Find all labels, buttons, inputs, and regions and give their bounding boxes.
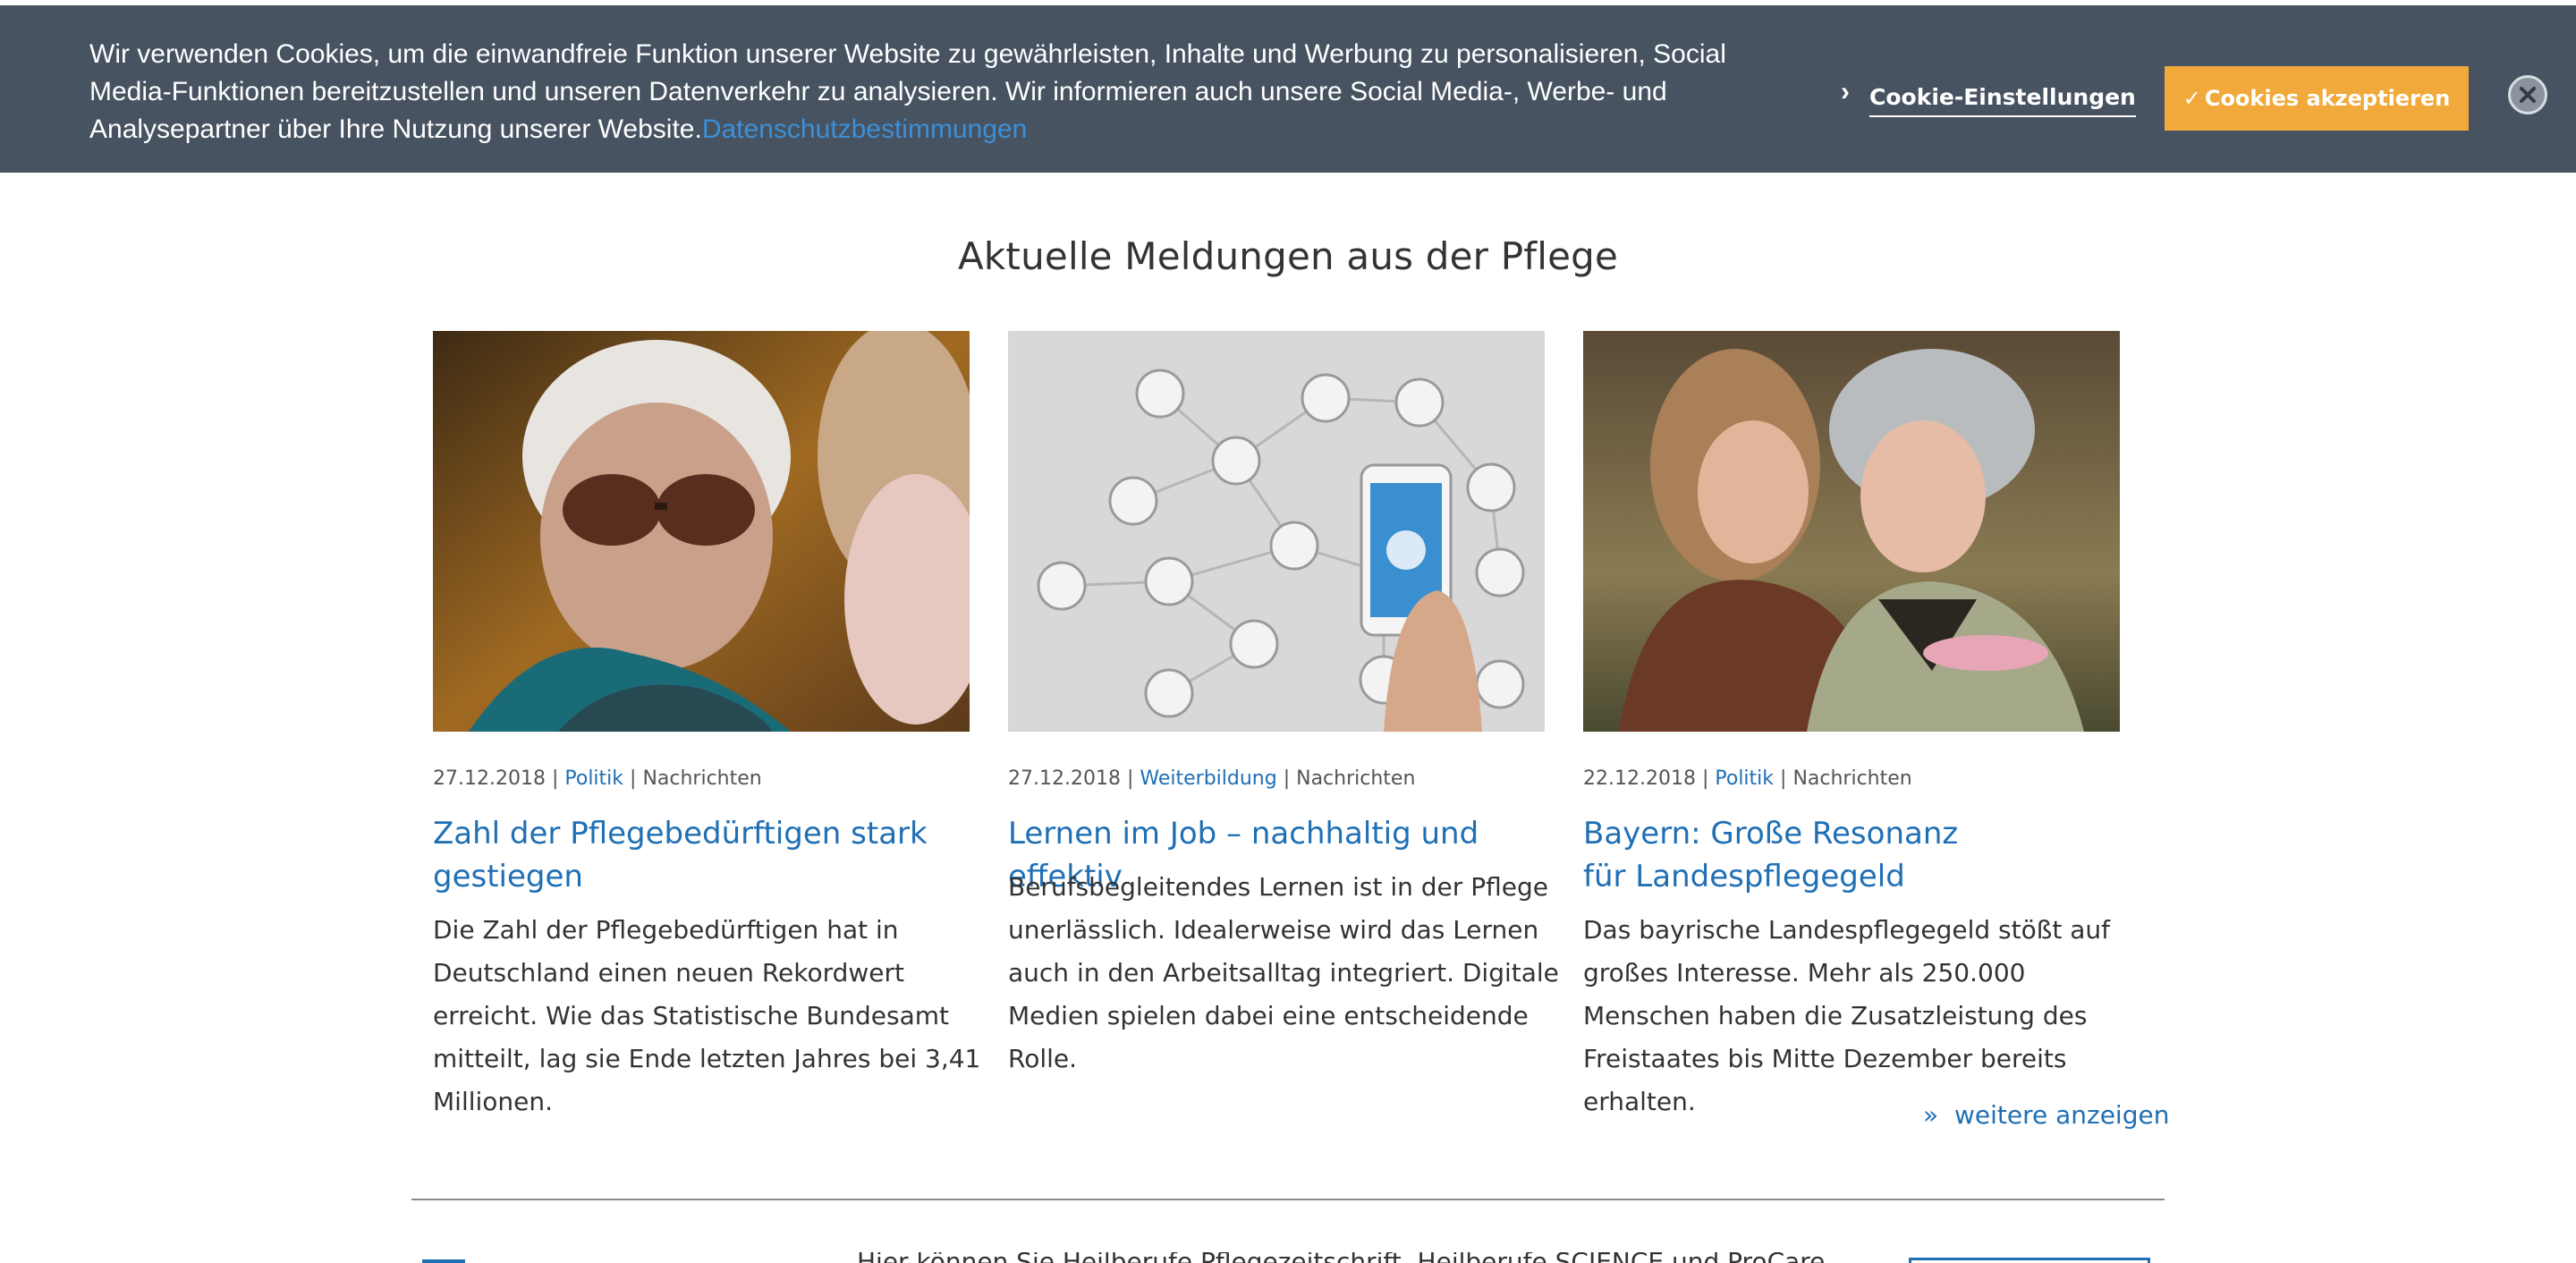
article-meta: 27.12.2018 | Politik | Nachrichten [433,767,762,790]
footer-button[interactable] [1909,1258,2150,1263]
article-image-elderly-woman[interactable] [433,331,970,732]
show-more-link[interactable]: » weitere anzeigen [1923,1100,2169,1130]
close-icon [2520,87,2536,103]
accept-cookies-label: Cookies akzeptieren [2204,86,2451,111]
cookie-message: Wir verwenden Cookies, um die einwandfre… [89,36,1753,148]
article-teaser: Das bayrische Landespflegegeld stößt auf… [1583,915,2111,1116]
privacy-policy-link[interactable]: Datenschutzbestimmungen [702,114,1028,144]
close-banner-button[interactable] [2508,75,2547,114]
cookie-banner: Wir verwenden Cookies, um die einwandfre… [0,5,2576,173]
article-date: 27.12.2018 [1008,767,1121,790]
article-meta: 22.12.2018 | Politik | Nachrichten [1583,767,1912,790]
article-type: Nachrichten [1792,767,1912,790]
article-card: 22.12.2018 | Politik | Nachrichten Bayer… [1583,331,2156,1116]
accept-cookies-button[interactable]: ✓ Cookies akzeptieren [2165,66,2469,131]
checkmark-icon: ✓ [2182,86,2201,111]
double-chevron-icon: » [1923,1100,1939,1130]
footer-teaser: Hier können Sie Heilberufe Pflegezeitsch… [0,1252,2576,1263]
article-title-link[interactable]: Bayern: Große Resonanz für Landespflegeg… [1583,812,1977,898]
footer-text: Hier können Sie Heilberufe Pflegezeitsch… [857,1252,1825,1263]
section-title: Aktuelle Meldungen aus der Pflege [957,234,1619,278]
show-more-label: weitere anzeigen [1953,1100,2170,1130]
article-category-link[interactable]: Weiterbildung [1140,767,1276,790]
chevron-right-icon: › [1841,77,1850,106]
article-image-caregiver-hug[interactable] [1583,331,2120,732]
article-card: 27.12.2018 | Politik | Nachrichten Zahl … [433,331,1005,1116]
article-date: 27.12.2018 [433,767,546,790]
article-teaser: Berufsbegleitendes Lernen ist in der Pfl… [1008,872,1559,1073]
article-category-link[interactable]: Politik [564,767,623,790]
article-type: Nachrichten [1296,767,1416,790]
article-category-link[interactable]: Politik [1715,767,1774,790]
article-type: Nachrichten [642,767,762,790]
article-teaser: Die Zahl der Pflegebedürftigen hat in De… [433,915,981,1116]
article-image-digital-health[interactable] [1008,331,1545,732]
article-meta: 27.12.2018 | Weiterbildung | Nachrichten [1008,767,1416,790]
cookie-settings-label: Cookie-Einstellungen [1869,84,2136,117]
article-card: 27.12.2018 | Weiterbildung | Nachrichten… [1008,331,1580,1073]
article-date: 22.12.2018 [1583,767,1696,790]
article-title-link[interactable]: Zahl der Pflegebedürftigen stark gestieg… [433,812,934,898]
section-divider [411,1199,2165,1200]
magazine-logo-icon [422,1259,465,1263]
